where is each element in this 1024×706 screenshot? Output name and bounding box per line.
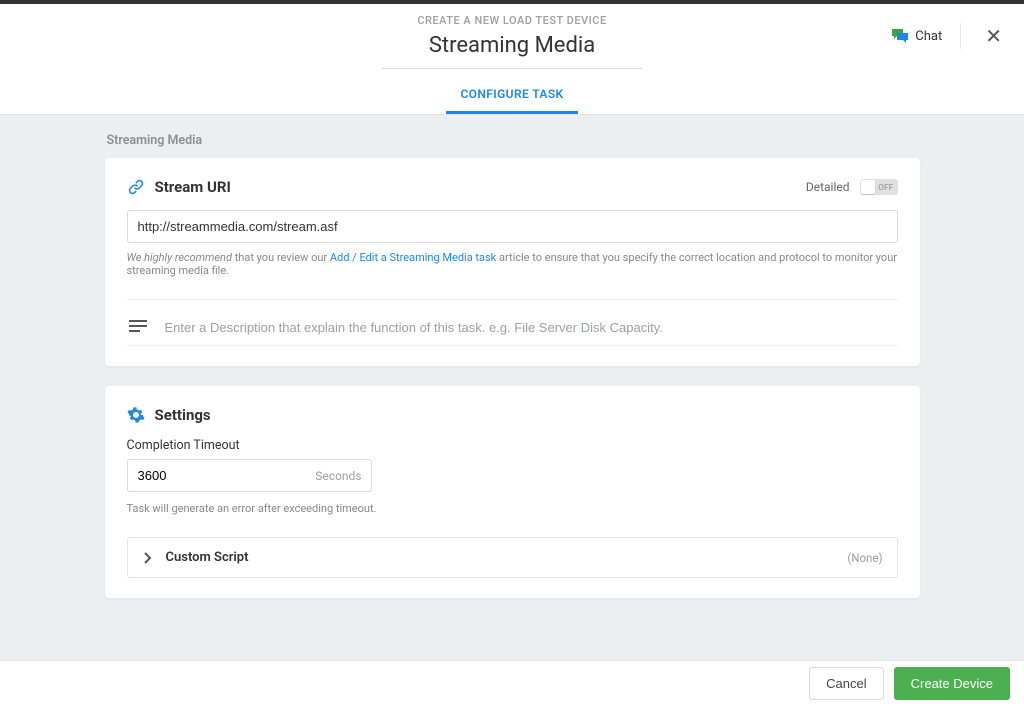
- breadcrumb: Streaming Media: [105, 133, 920, 148]
- gear-icon: [127, 406, 145, 424]
- chevron-right-icon: [142, 552, 152, 564]
- toggle-knob: [861, 180, 875, 194]
- close-icon: ✕: [985, 24, 1002, 48]
- timeout-label: Completion Timeout: [127, 438, 898, 453]
- title-underline: [382, 68, 642, 69]
- custom-script-badge: (None): [847, 551, 882, 565]
- dialog-header: CREATE A NEW LOAD TEST DEVICE Streaming …: [0, 4, 1024, 115]
- custom-script-accordion[interactable]: Custom Script (None): [127, 537, 898, 578]
- detailed-toggle-wrap: Detailed OFF: [806, 179, 898, 195]
- card-settings: Settings Completion Timeout Seconds Task…: [105, 386, 920, 598]
- divider: [127, 299, 898, 300]
- footer-bar: Cancel Create Device: [0, 660, 1024, 706]
- chat-button[interactable]: Chat: [891, 28, 942, 44]
- timeout-unit: Seconds: [315, 469, 361, 483]
- detailed-toggle[interactable]: OFF: [860, 179, 898, 195]
- cancel-button[interactable]: Cancel: [809, 667, 883, 700]
- description-input[interactable]: [165, 314, 898, 341]
- page-title: Streaming Media: [0, 33, 1024, 58]
- create-device-button[interactable]: Create Device: [894, 667, 1010, 700]
- notes-icon: [127, 318, 147, 337]
- header-actions: Chat ✕: [891, 22, 1008, 50]
- timeout-hint: Task will generate an error after exceed…: [127, 502, 898, 515]
- close-button[interactable]: ✕: [979, 22, 1008, 50]
- description-row: [127, 314, 898, 346]
- hint-emphasis: We highly recommend: [127, 251, 232, 264]
- chat-label: Chat: [915, 29, 942, 44]
- timeout-field: Seconds: [127, 459, 372, 492]
- stream-uri-input[interactable]: [127, 210, 898, 243]
- toggle-state-label: OFF: [878, 183, 897, 192]
- chat-icon: [891, 28, 909, 44]
- divider-vertical: [960, 23, 961, 49]
- section-title-settings: Settings: [155, 406, 211, 424]
- card-stream-uri: Stream URI Detailed OFF We highly recomm…: [105, 158, 920, 366]
- hint-link[interactable]: Add / Edit a Streaming Media task: [330, 251, 496, 264]
- link-icon: [127, 178, 145, 196]
- tabs-bar: CONFIGURE TASK: [0, 79, 1024, 114]
- tab-configure-task[interactable]: CONFIGURE TASK: [446, 79, 577, 114]
- header-eyebrow: CREATE A NEW LOAD TEST DEVICE: [0, 14, 1024, 27]
- detailed-label: Detailed: [806, 180, 850, 194]
- content-area: Streaming Media Stream URI Detailed OFF: [0, 115, 1024, 675]
- custom-script-label: Custom Script: [166, 550, 249, 565]
- section-title-stream: Stream URI: [155, 178, 231, 196]
- stream-hint: We highly recommend that you review our …: [127, 251, 898, 277]
- section-head-settings: Settings: [127, 406, 898, 424]
- section-head-stream: Stream URI Detailed OFF: [127, 178, 898, 196]
- hint-mid: that you review our: [232, 251, 330, 264]
